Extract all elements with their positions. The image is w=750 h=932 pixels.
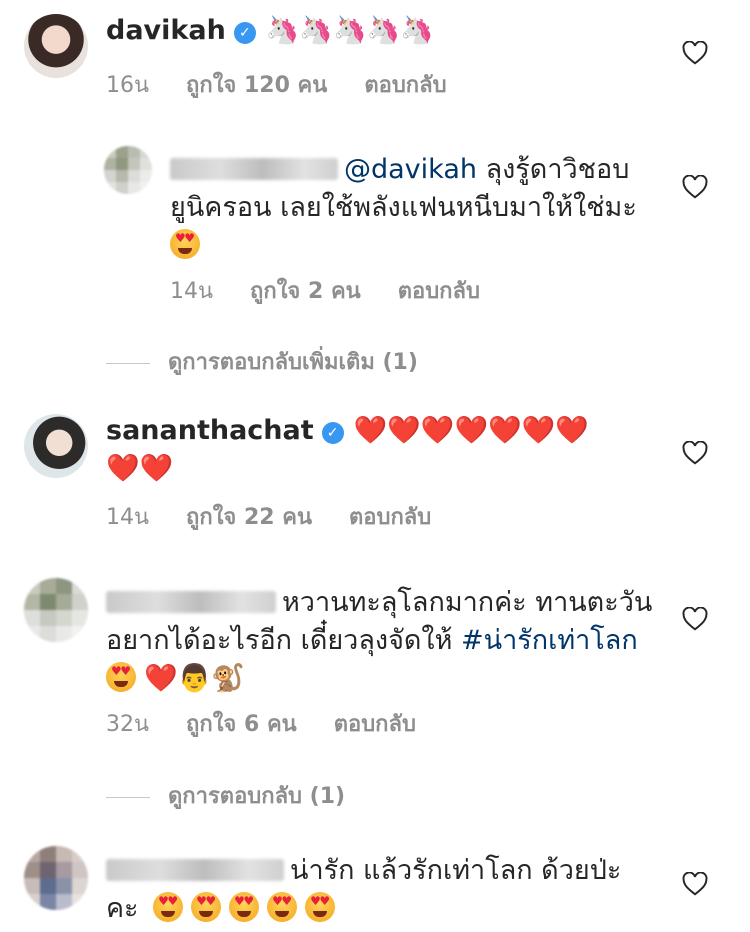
heart-eyes-emoji xyxy=(170,229,200,259)
monkey-emoji: 🐒 xyxy=(211,663,245,694)
username-link[interactable] xyxy=(106,591,276,613)
heart-outline-icon[interactable] xyxy=(682,607,708,631)
comment-body: น่ารัก แล้วรักเท่าโลก ด้วยป่ะ xyxy=(290,855,622,886)
comment-meta: 14น ถูกใจ 22 คน ตอบกลับ xyxy=(106,499,461,534)
avatar[interactable] xyxy=(104,146,152,194)
view-more-replies-button[interactable]: ดูการตอบกลับ (1) xyxy=(106,778,345,813)
comment-text: davikah ✓ 🦄🦄🦄🦄🦄 xyxy=(106,12,434,50)
timestamp[interactable]: 32น xyxy=(106,712,149,737)
timestamp[interactable]: 16น xyxy=(106,73,149,98)
comment-text: หวานทะลุโลกมากค่ะ ทานตะวัน อยากได้อะไรอี… xyxy=(106,584,666,698)
heart-eyes-emoji xyxy=(106,662,136,692)
verified-badge-icon: ✓ xyxy=(233,22,256,44)
heart-emoji: ❤️ xyxy=(144,663,178,694)
avatar[interactable] xyxy=(24,578,88,642)
reply-button[interactable]: ตอบกลับ xyxy=(334,712,416,737)
reply-button[interactable]: ตอบกลับ xyxy=(398,279,480,304)
divider-line xyxy=(106,796,150,798)
comment-text: @davikah ลุงรู้ดาวิชอบ ยูนิครอน เลยใช้พล… xyxy=(170,151,660,265)
avatar[interactable] xyxy=(24,14,88,78)
comment-body-2: อยากได้อะไรอีก เดี๋ยวลุงจัดให้ xyxy=(106,625,453,656)
heart-eyes-emoji xyxy=(153,892,184,922)
comment-meta: 14น ถูกใจ 2 คน ตอบกลับ xyxy=(170,273,510,308)
username-link[interactable]: sananthachat xyxy=(106,415,314,446)
like-count[interactable]: ถูกใจ 6 คน xyxy=(186,712,297,737)
timestamp[interactable]: 14น xyxy=(170,279,213,304)
like-count[interactable]: ถูกใจ 120 คน xyxy=(186,73,327,98)
view-more-replies-label: ดูการตอบกลับเพิ่มเติม (1) xyxy=(168,350,418,375)
view-more-replies-label: ดูการตอบกลับ (1) xyxy=(168,784,346,809)
divider-line xyxy=(106,362,150,364)
heart-emoji: ❤️❤️❤️❤️❤️❤️❤️ xyxy=(353,415,589,446)
avatar[interactable] xyxy=(24,846,88,910)
heart-eyes-emoji xyxy=(305,892,336,922)
reply-button[interactable]: ตอบกลับ xyxy=(349,505,431,530)
username-link[interactable] xyxy=(170,158,338,180)
heart-outline-icon[interactable] xyxy=(682,441,708,465)
avatar[interactable] xyxy=(24,414,88,478)
heart-outline-icon[interactable] xyxy=(682,872,708,896)
heart-outline-icon[interactable] xyxy=(682,41,708,65)
hashtag-link[interactable]: #น่ารักเท่าโลก xyxy=(461,625,638,656)
comment-body-2: คะ xyxy=(106,893,139,924)
heart-emoji: ❤️❤️ xyxy=(106,453,174,484)
mention-link[interactable]: @davikah xyxy=(344,154,477,185)
comment-body: หวานทะลุโลกมากค่ะ ทานตะวัน xyxy=(282,587,653,618)
heart-eyes-emoji xyxy=(229,892,260,922)
comment-body: 🦄🦄🦄🦄🦄 xyxy=(265,15,434,46)
comment-body: ลุงรู้ดาวิชอบ xyxy=(485,154,630,185)
comment-text: sananthachat ✓ ❤️❤️❤️❤️❤️❤️❤️ ❤️❤️ xyxy=(106,412,626,488)
comment-text: น่ารัก แล้วรักเท่าโลก ด้วยป่ะ คะ xyxy=(106,852,666,928)
verified-badge-icon: ✓ xyxy=(321,422,344,444)
heart-outline-icon[interactable] xyxy=(682,175,708,199)
comment-meta: 16น ถูกใจ 120 คน ตอบกลับ xyxy=(106,67,477,102)
comment-meta: 32น ถูกใจ 6 คน ตอบกลับ xyxy=(106,706,446,741)
heart-eyes-emoji xyxy=(267,892,298,922)
like-count[interactable]: ถูกใจ 22 คน xyxy=(186,505,312,530)
man-emoji: 👨 xyxy=(177,663,212,694)
comment-body-2: ยูนิครอน เลยใช้พลังแฟนหนีบมาให้ใช่มะ xyxy=(170,192,637,223)
username-link[interactable]: davikah xyxy=(106,15,226,46)
heart-eyes-emoji xyxy=(191,892,222,922)
reply-button[interactable]: ตอบกลับ xyxy=(364,73,446,98)
timestamp[interactable]: 14น xyxy=(106,505,149,530)
username-link[interactable] xyxy=(106,859,284,881)
view-more-replies-button[interactable]: ดูการตอบกลับเพิ่มเติม (1) xyxy=(106,344,418,379)
like-count[interactable]: ถูกใจ 2 คน xyxy=(250,279,361,304)
